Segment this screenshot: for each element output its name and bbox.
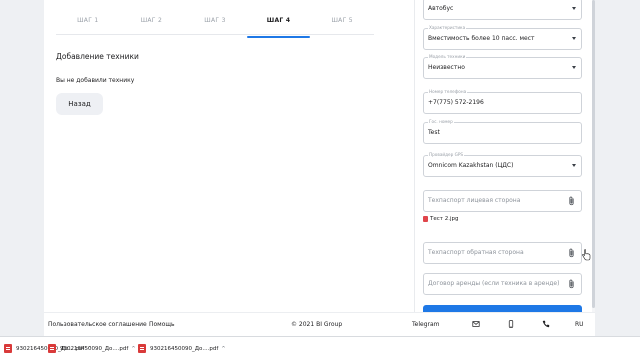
tab-step-3[interactable]: ШАГ 3 (183, 14, 247, 34)
feature-value: Вместимость более 10 пасс. мест (428, 35, 535, 42)
vehicle-form-panel: Автобус Характеристика Вместимость более… (414, 0, 596, 312)
page-margin (595, 0, 640, 312)
lease-placeholder: Договор аренды (если техника в аренде) (428, 280, 560, 287)
chevron-down-icon (572, 66, 576, 69)
passport-back-upload[interactable]: Техпаспорт обратная сторона (423, 242, 582, 264)
passport-back-placeholder: Техпаспорт обратная сторона (428, 249, 524, 256)
gps-provider-select[interactable]: Провайдер GPS Omnicom Kazakhstan (ЦДС) (423, 152, 582, 177)
pdf-icon (4, 344, 12, 353)
model-select[interactable]: Модель техники Неизвестно (423, 54, 582, 79)
section-title: Добавление техники (56, 52, 139, 61)
pdf-icon (48, 344, 56, 353)
uploaded-file-name: Тест 2.jpg (430, 216, 459, 222)
tab-step-1[interactable]: ШАГ 1 (56, 14, 120, 34)
vehicle-type-select[interactable]: Автобус (423, 0, 582, 20)
uploaded-file[interactable]: Тест 2.jpg (423, 216, 458, 222)
vehicle-type-value: Автобус (428, 5, 454, 12)
download-item[interactable]: 930216450090_До....pdf ^ (138, 341, 226, 356)
plate-field[interactable]: Гос. номер Test (423, 119, 582, 144)
stepper: ШАГ 1 ШАГ 2 ШАГ 3 ШАГ 4 ШАГ 5 (56, 14, 374, 38)
download-item[interactable]: 930216450090_До....pdf ^ (48, 341, 136, 356)
phone-value: +7(775) 572-2196 (428, 99, 484, 106)
mail-icon[interactable] (472, 320, 480, 328)
feature-select[interactable]: Характеристика Вместимость более 10 пасс… (423, 25, 582, 50)
lease-upload[interactable]: Договор аренды (если техника в аренде) (423, 273, 582, 295)
copyright-text: © 2021 BI Group (291, 321, 343, 328)
download-filename: 930216450090_До....pdf (60, 345, 129, 352)
back-button[interactable]: Назад (56, 93, 103, 115)
tab-step-4[interactable]: ШАГ 4 (246, 14, 311, 38)
user-agreement-link[interactable]: Пользовательское соглашение (48, 313, 147, 336)
content-area: ШАГ 1 ШАГ 2 ШАГ 3 ШАГ 4 ШАГ 5 Добавление… (44, 0, 596, 312)
empty-state-text: Вы не добавили технику (56, 77, 135, 84)
phone-field[interactable]: Номер телефона +7(775) 572-2196 (423, 89, 582, 114)
model-value: Неизвестно (428, 64, 465, 71)
file-icon (423, 216, 428, 222)
phone-icon[interactable] (542, 320, 550, 328)
help-link[interactable]: Помощь (149, 313, 175, 336)
chevron-down-icon (572, 164, 576, 167)
pdf-icon (138, 344, 146, 353)
tab-step-5[interactable]: ШАГ 5 (310, 14, 374, 34)
download-filename: 930216450090_До....pdf (150, 345, 219, 352)
mobile-icon[interactable] (507, 320, 515, 328)
submit-button[interactable] (423, 305, 582, 312)
chevron-down-icon (572, 7, 576, 10)
passport-front-placeholder: Техпаспорт лицевая сторона (428, 197, 521, 204)
language-switch[interactable]: RU (575, 313, 584, 336)
passport-front-upload[interactable]: Техпаспорт лицевая сторона (423, 190, 582, 212)
tab-step-2[interactable]: ШАГ 2 (120, 14, 184, 34)
chevron-up-icon[interactable]: ^ (221, 346, 225, 352)
paperclip-icon[interactable] (567, 196, 576, 206)
chevron-down-icon (572, 37, 576, 40)
telegram-link[interactable]: Telegram (412, 313, 440, 336)
footer: Пользовательское соглашение Помощь © 202… (44, 312, 595, 337)
plate-value: Test (428, 129, 440, 136)
gps-provider-value: Omnicom Kazakhstan (ЦДС) (428, 162, 514, 169)
paperclip-icon[interactable] (567, 248, 576, 258)
paperclip-icon[interactable] (567, 279, 576, 289)
chevron-up-icon[interactable]: ^ (131, 346, 135, 352)
download-bar: 930216450090_До....pdf ^ 930216450090_До… (0, 336, 640, 361)
hand-cursor-icon (582, 249, 591, 261)
